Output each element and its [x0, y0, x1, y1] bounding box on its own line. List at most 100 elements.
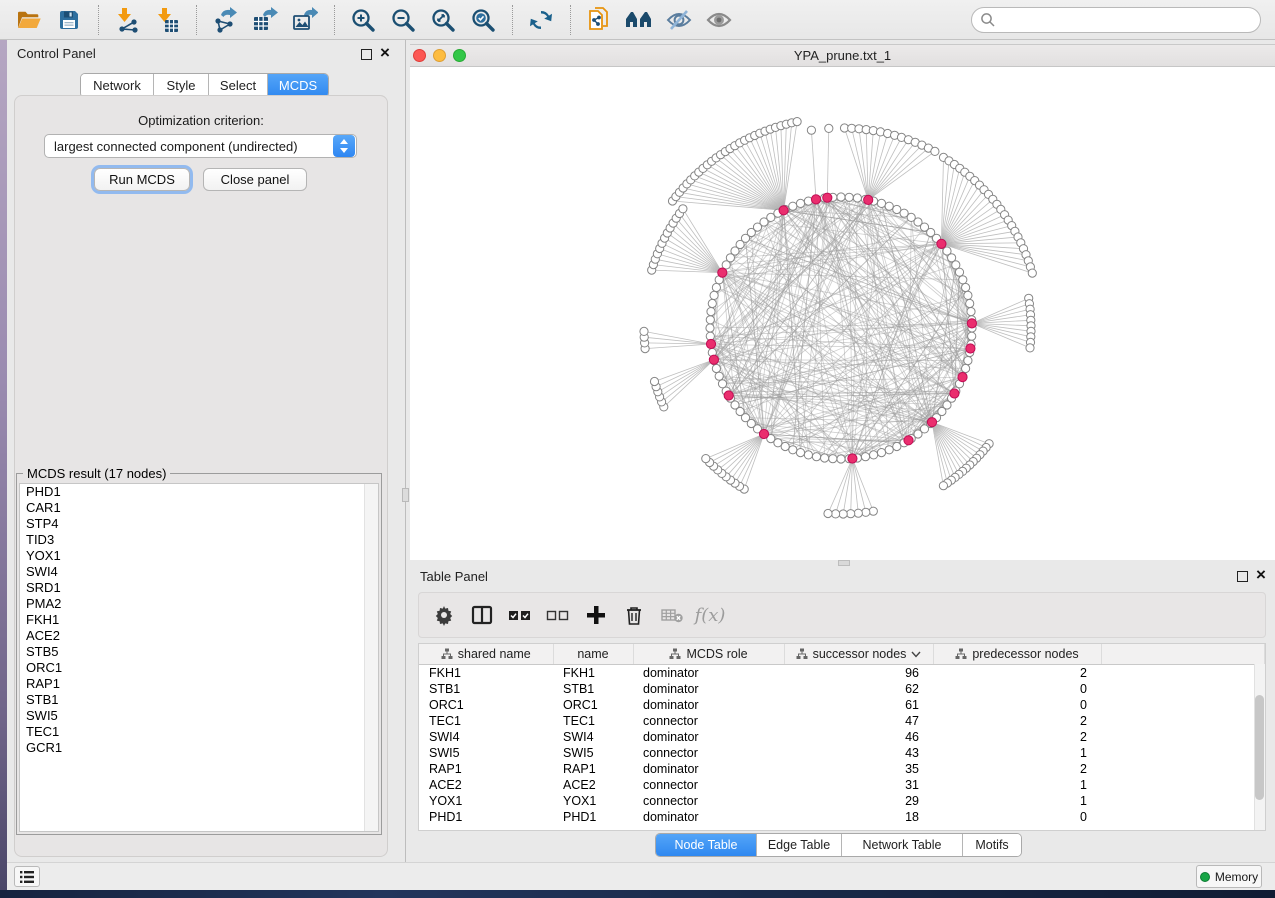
tab-network[interactable]: Network: [81, 74, 154, 97]
mcds-result-item[interactable]: STP4: [20, 516, 378, 532]
network-node[interactable]: [718, 380, 726, 388]
table-cell[interactable]: PHD1: [553, 809, 633, 825]
network-node[interactable]: [812, 453, 820, 461]
select-all-icon[interactable]: [503, 600, 537, 630]
refresh-icon[interactable]: [526, 6, 556, 34]
tab-style[interactable]: Style: [154, 74, 209, 97]
optimization-criterion-select[interactable]: largest connected component (undirected): [44, 134, 357, 158]
table-row[interactable]: PHD1PHD1dominator180: [419, 809, 1265, 825]
network-mcds-node[interactable]: [823, 193, 832, 202]
table-cell[interactable]: connector: [633, 793, 784, 809]
network-node[interactable]: [706, 316, 714, 324]
network-node[interactable]: [877, 199, 885, 207]
table-cell[interactable]: 18: [784, 809, 933, 825]
export-table-icon[interactable]: [250, 6, 280, 34]
table-cell[interactable]: 62: [784, 681, 933, 697]
network-node[interactable]: [807, 126, 815, 134]
network-node[interactable]: [847, 510, 855, 518]
splitter-grip[interactable]: [402, 488, 409, 502]
table-cell[interactable]: ACE2: [419, 777, 553, 793]
table-cell[interactable]: TEC1: [553, 713, 633, 729]
table-cell[interactable]: 1: [933, 745, 1101, 761]
table-cell[interactable]: STB1: [419, 681, 553, 697]
network-node[interactable]: [793, 118, 801, 126]
network-node[interactable]: [804, 451, 812, 459]
network-mcds-node[interactable]: [779, 206, 788, 215]
network-node[interactable]: [877, 449, 885, 457]
table-cell[interactable]: connector: [633, 777, 784, 793]
open-file-icon[interactable]: [14, 6, 44, 34]
new-network-from-selection-icon[interactable]: [584, 6, 614, 34]
table-scrollbar-thumb[interactable]: [1255, 695, 1264, 800]
network-node[interactable]: [706, 324, 714, 332]
search-box[interactable]: [971, 7, 1261, 33]
table-row[interactable]: SWI4SWI4dominator462: [419, 729, 1265, 745]
network-node[interactable]: [869, 507, 877, 515]
network-node[interactable]: [1028, 269, 1036, 277]
table-cell[interactable]: TEC1: [419, 713, 553, 729]
network-mcds-node[interactable]: [811, 195, 820, 204]
column-header-shared-name[interactable]: shared name: [419, 644, 553, 665]
network-node[interactable]: [1026, 344, 1034, 352]
table-row[interactable]: ORC1ORC1dominator610: [419, 697, 1265, 713]
table-cell[interactable]: RAP1: [419, 761, 553, 777]
close-table-panel-icon[interactable]: ×: [1256, 570, 1266, 580]
task-history-button[interactable]: [14, 866, 40, 887]
table-cell[interactable]: SWI4: [553, 729, 633, 745]
float-panel-icon[interactable]: [361, 49, 372, 60]
column-header-name[interactable]: name: [553, 644, 633, 665]
table-cell[interactable]: ORC1: [553, 697, 633, 713]
network-mcds-node[interactable]: [706, 339, 715, 348]
network-node[interactable]: [679, 205, 687, 213]
network-node[interactable]: [796, 449, 804, 457]
network-node[interactable]: [821, 454, 829, 462]
mcds-result-item[interactable]: SWI4: [20, 564, 378, 580]
network-mcds-node[interactable]: [904, 436, 913, 445]
zoom-selected-icon[interactable]: [468, 6, 498, 34]
network-node[interactable]: [854, 509, 862, 517]
network-node[interactable]: [968, 332, 976, 340]
table-cell[interactable]: ACE2: [553, 777, 633, 793]
table-cell[interactable]: ORC1: [419, 697, 553, 713]
network-node[interactable]: [707, 308, 715, 316]
table-cell[interactable]: dominator: [633, 729, 784, 745]
mcds-result-item[interactable]: CAR1: [20, 500, 378, 516]
network-node[interactable]: [789, 446, 797, 454]
close-panel-button[interactable]: Close panel: [203, 168, 307, 191]
table-cell[interactable]: 31: [784, 777, 933, 793]
table-cell[interactable]: STB1: [553, 681, 633, 697]
table-cell[interactable]: 0: [933, 681, 1101, 697]
table-cell[interactable]: 2: [933, 713, 1101, 729]
network-node[interactable]: [702, 455, 710, 463]
network-node[interactable]: [640, 327, 648, 335]
network-node[interactable]: [966, 299, 974, 307]
table-cell[interactable]: SWI5: [553, 745, 633, 761]
mcds-result-item[interactable]: YOX1: [20, 548, 378, 564]
network-node[interactable]: [885, 202, 893, 210]
network-node[interactable]: [796, 199, 804, 207]
mcds-result-item[interactable]: SRD1: [20, 580, 378, 596]
delete-row-icon[interactable]: [617, 600, 651, 630]
table-cell[interactable]: FKH1: [553, 665, 633, 682]
tab-mcds[interactable]: MCDS: [268, 74, 328, 97]
mcds-result-item[interactable]: ACE2: [20, 628, 378, 644]
network-node[interactable]: [959, 276, 967, 284]
network-node[interactable]: [893, 442, 901, 450]
network-mcds-node[interactable]: [718, 268, 727, 277]
table-cell[interactable]: PHD1: [419, 809, 553, 825]
search-input[interactable]: [1002, 11, 1252, 28]
add-row-icon[interactable]: [579, 600, 613, 630]
show-all-icon[interactable]: [704, 6, 734, 34]
mcds-result-item[interactable]: STB5: [20, 644, 378, 660]
network-mcds-node[interactable]: [709, 355, 718, 364]
mcds-result-item[interactable]: GCR1: [20, 740, 378, 756]
column-header-mcds-role[interactable]: MCDS role: [633, 644, 784, 665]
network-node[interactable]: [650, 377, 658, 385]
zoom-out-icon[interactable]: [388, 6, 418, 34]
table-row[interactable]: RAP1RAP1dominator352: [419, 761, 1265, 777]
network-node[interactable]: [962, 283, 970, 291]
table-cell[interactable]: RAP1: [553, 761, 633, 777]
table-cell[interactable]: 2: [933, 665, 1101, 682]
mcds-result-item[interactable]: RAP1: [20, 676, 378, 692]
table-cell[interactable]: SWI4: [419, 729, 553, 745]
